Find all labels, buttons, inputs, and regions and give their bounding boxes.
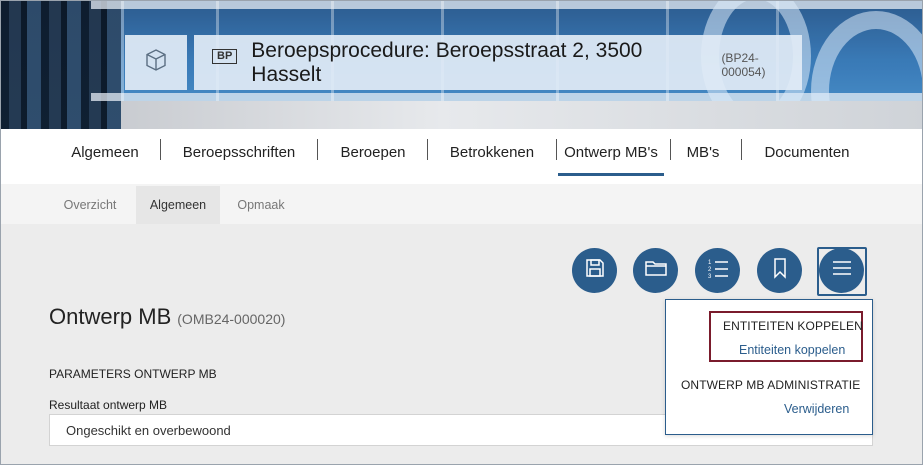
tab-beroepen[interactable]: Beroepen [334,129,412,175]
tab-ontwerp-mbs[interactable]: Ontwerp MB's [558,129,664,176]
tab-separator [741,139,742,160]
tab-betrokkenen[interactable]: Betrokkenen [444,129,540,175]
tab-separator [427,139,428,160]
svg-text:1: 1 [708,260,712,266]
main-tabs: Algemeen Beroepsschriften Beroepen Betro… [1,129,922,184]
numbered-list-button[interactable]: 1 2 3 [695,248,740,293]
menu-button-focus-ring [817,247,867,296]
dropdown-heading-administratie: ONTWERP MB ADMINISTRATIE [681,378,861,392]
tab-mbs[interactable]: MB's [679,129,727,175]
page-title: Ontwerp MB (OMB24-000020) [49,304,285,330]
procedure-title: Beroepsprocedure: Beroepsstraat 2, 3500 … [251,38,643,86]
sub-tabs: Overzicht Algemeen Opmaak [1,184,922,224]
save-icon [584,257,606,284]
tab-documenten[interactable]: Documenten [757,129,857,175]
numbered-list-icon: 1 2 3 [706,257,730,284]
tab-separator [556,139,557,160]
bookmark-button[interactable] [757,248,802,293]
svg-text:3: 3 [708,274,712,279]
page-title-text: Ontwerp MB [49,304,172,329]
banner-decoration [121,101,922,129]
tab-separator [317,139,318,160]
tab-separator [670,139,671,160]
tab-separator [160,139,161,160]
page-code: (OMB24-000020) [177,311,286,327]
subtab-overzicht[interactable]: Overzicht [49,186,131,224]
tab-beroepsschriften[interactable]: Beroepsschriften [177,129,301,175]
app-frame: BP Beroepsprocedure: Beroepsstraat 2, 35… [0,0,923,465]
entiteiten-koppelen-link[interactable]: Entiteiten koppelen [739,343,845,357]
subtab-opmaak[interactable]: Opmaak [223,186,299,224]
tab-algemeen[interactable]: Algemeen [65,129,145,175]
procedure-type-badge: BP [212,49,238,64]
verwijderen-link[interactable]: Verwijderen [784,402,849,416]
folder-icon [644,258,668,283]
save-button[interactable] [572,248,617,293]
subtab-algemeen[interactable]: Algemeen [136,186,220,224]
section-title: PARAMETERS ONTWERP MB [49,367,217,381]
cube-icon [145,48,167,77]
bookmark-icon [772,257,788,284]
procedure-code: (BP24-000054) [721,50,766,79]
procedure-logo [125,35,187,90]
dropdown-heading-entiteiten: ENTITEITEN KOPPELEN [723,319,863,333]
resultaat-label: Resultaat ontwerp MB [49,398,168,412]
banner-building-image [1,1,121,129]
svg-text:2: 2 [708,267,712,273]
folder-button[interactable] [633,248,678,293]
procedure-title-box: BP Beroepsprocedure: Beroepsstraat 2, 35… [194,35,802,90]
